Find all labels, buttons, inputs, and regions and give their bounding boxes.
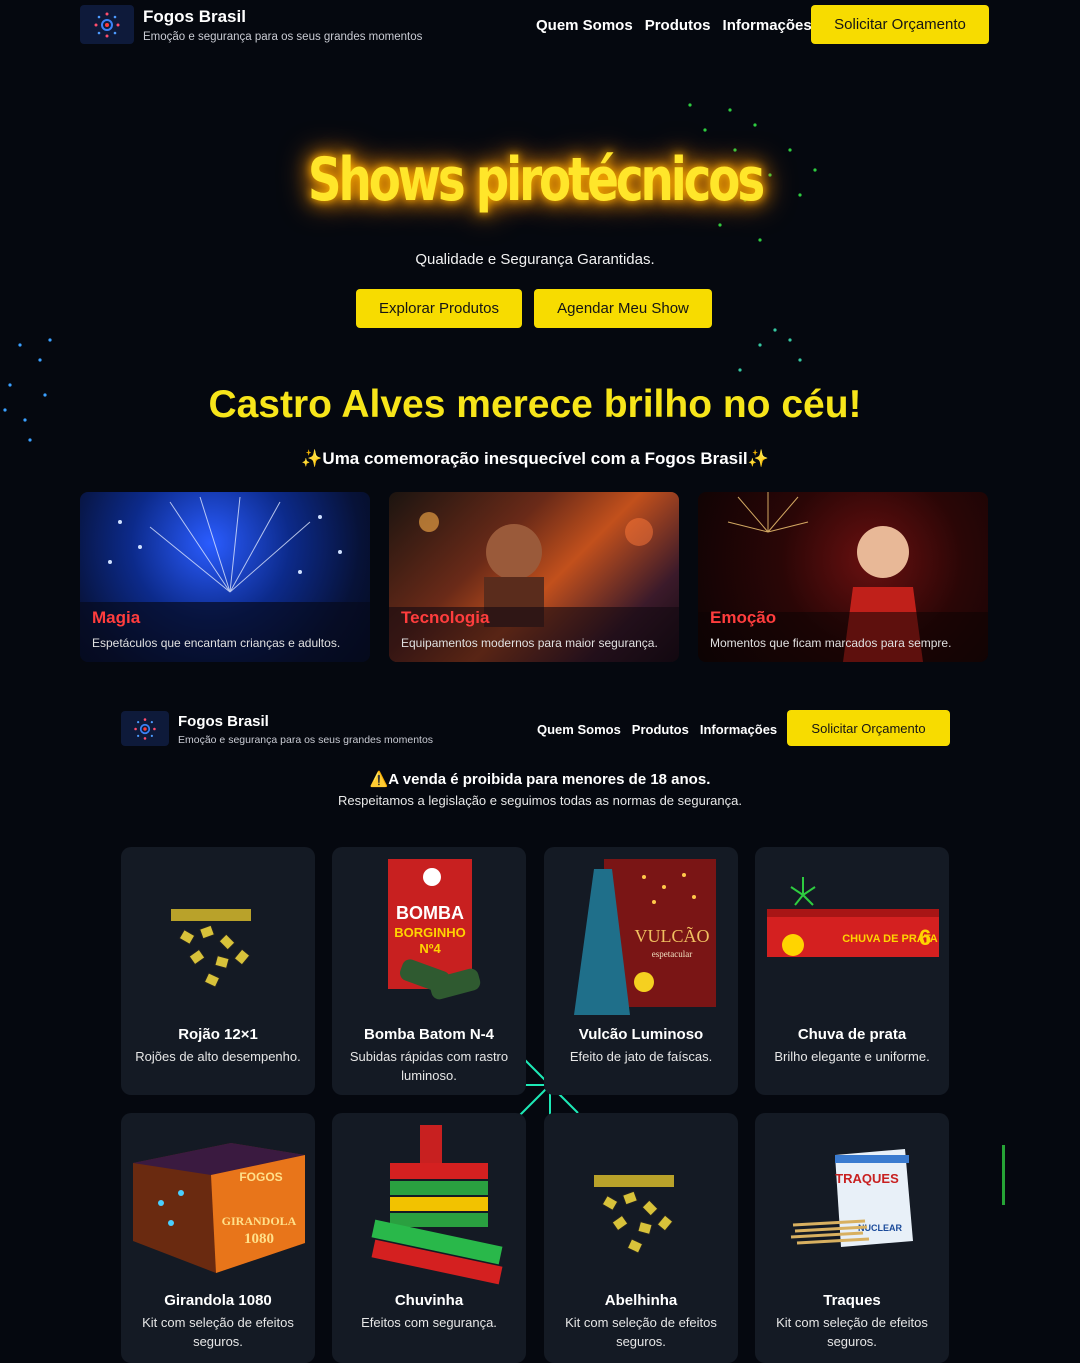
schedule-show-button[interactable]: Agendar Meu Show	[534, 289, 712, 328]
chuva-de-prata-product-image: CHUVA DE PRATA 6	[767, 877, 939, 957]
main-nav: Quem Somos Produtos Informações	[537, 722, 788, 737]
brand-logo[interactable]	[80, 5, 134, 44]
product-description: Subidas rápidas com rastro luminoso.	[349, 1049, 509, 1083]
feature-card-emocao: Emoção Momentos que ficam marcados para …	[698, 492, 988, 662]
hero-title: Shows pirotécnicos	[307, 145, 765, 215]
firework-logo-icon	[94, 12, 120, 37]
product-description: Brilho elegante e uniforme.	[774, 1049, 930, 1064]
product-card[interactable]: Chuvinha Efeitos com segurança.	[332, 1113, 526, 1363]
nav-quem-somos[interactable]: Quem Somos	[536, 17, 633, 34]
product-description: Kit com seleção de efeitos seguros.	[776, 1315, 928, 1349]
product-description: Efeito de jato de faíscas.	[569, 1049, 713, 1064]
feature-description: Momentos que ficam marcados para sempre.	[710, 636, 952, 650]
product-name: Bomba Batom N-4	[363, 1026, 494, 1043]
product-name: Girandola 1080	[164, 1292, 272, 1309]
site-header: Fogos Brasil Emoção e segurança para os …	[80, 5, 990, 45]
feature-title: Emoção	[710, 608, 777, 627]
bomba-product-image: BOMBA BORGINHO Nº4	[388, 859, 481, 1000]
firework-logo-icon	[134, 717, 156, 740]
product-name: Vulcão Luminoso	[578, 1026, 704, 1043]
vulcao-product-image: VULCÃO espetacular	[574, 859, 716, 1015]
nav-produtos[interactable]: Produtos	[645, 17, 711, 34]
package-text: Nº4	[419, 941, 441, 956]
package-text: espetacular	[652, 949, 692, 959]
package-text: 1080	[244, 1231, 274, 1247]
age-warning-subtitle: Respeitamos a legislação e seguimos toda…	[338, 793, 742, 808]
feature-card-tecnologia: Tecnologia Equipamentos modernos para ma…	[389, 492, 679, 662]
product-description: Rojões de alto desempenho.	[135, 1049, 301, 1064]
package-text: BORGINHO	[394, 925, 466, 940]
brand-name: Fogos Brasil	[143, 7, 246, 26]
request-quote-button[interactable]: Solicitar Orçamento	[811, 5, 989, 44]
chuvinha-product-image	[371, 1125, 503, 1285]
product-name: Chuva de prata	[797, 1026, 907, 1043]
product-card[interactable]: Abelhinha Kit com seleção de efeitos seg…	[544, 1113, 738, 1363]
package-text: GIRANDOLA	[222, 1214, 297, 1228]
rojao-product-image	[171, 909, 251, 988]
secondary-header: Fogos Brasil Emoção e segurança para os …	[121, 710, 951, 747]
nav-quem-somos[interactable]: Quem Somos	[537, 722, 621, 737]
main-nav: Quem Somos Produtos Informações	[536, 17, 824, 34]
city-subheadline: ✨Uma comemoração inesquecível com a Fogo…	[301, 449, 769, 468]
feature-description: Equipamentos modernos para maior seguran…	[401, 636, 658, 650]
product-description: Efeitos com segurança.	[361, 1315, 497, 1330]
product-card[interactable]: FOGOS GIRANDOLA 1080 Girandola 1080 Kit …	[121, 1113, 315, 1363]
product-card[interactable]: TRAQUES NUCLEAR Traques Kit com seleção …	[755, 1113, 949, 1363]
brand-name: Fogos Brasil	[178, 713, 269, 730]
package-text: TRAQUES	[835, 1171, 899, 1186]
abelhinha-product-image	[594, 1175, 674, 1254]
feature-description: Espetáculos que encantam crianças e adul…	[92, 636, 341, 650]
brand-tagline: Emoção e segurança para os seus grandes …	[178, 734, 434, 746]
age-warning: ⚠️A venda é proibida para menores de 18 …	[369, 771, 711, 788]
product-name: Rojão 12×1	[178, 1026, 258, 1043]
package-text: BOMBA	[396, 903, 464, 923]
product-name: Chuvinha	[394, 1292, 464, 1309]
product-name: Abelhinha	[604, 1292, 678, 1309]
nav-produtos[interactable]: Produtos	[632, 722, 689, 737]
feature-title: Tecnologia	[401, 608, 490, 627]
traques-product-image: TRAQUES NUCLEAR	[790, 1149, 913, 1247]
product-description: Kit com seleção de efeitos seguros.	[142, 1315, 294, 1349]
product-card[interactable]: Rojão 12×1 Rojões de alto desempenho.	[121, 847, 315, 1095]
feature-title: Magia	[92, 608, 141, 627]
girandola-product-image: FOGOS GIRANDOLA 1080	[133, 1143, 305, 1273]
request-quote-button[interactable]: Solicitar Orçamento	[787, 710, 950, 746]
product-card[interactable]: VULCÃO espetacular Vulcão Luminoso Efeit…	[544, 847, 738, 1095]
nav-informacoes[interactable]: Informações	[700, 722, 777, 737]
product-card[interactable]: BOMBA BORGINHO Nº4 Bomba Batom N-4 Subid…	[332, 847, 526, 1095]
package-text: 6	[919, 925, 931, 950]
nav-informacoes[interactable]: Informações	[723, 17, 812, 34]
explore-products-button[interactable]: Explorar Produtos	[356, 289, 522, 328]
product-card[interactable]: CHUVA DE PRATA 6 Chuva de prata Brilho e…	[755, 847, 949, 1095]
brand-logo[interactable]	[121, 711, 169, 746]
hero-subtitle: Qualidade e Segurança Garantidas.	[415, 251, 655, 268]
product-description: Kit com seleção de efeitos seguros.	[565, 1315, 717, 1349]
package-text: VULCÃO	[635, 925, 710, 946]
brand-tagline: Emoção e segurança para os seus grandes …	[143, 31, 423, 43]
city-headline: Castro Alves merece brilho no céu!	[208, 383, 862, 426]
package-text: FOGOS	[239, 1170, 282, 1184]
product-name: Traques	[823, 1292, 881, 1309]
feature-card-magia: Magia Espetáculos que encantam crianças …	[80, 492, 370, 662]
